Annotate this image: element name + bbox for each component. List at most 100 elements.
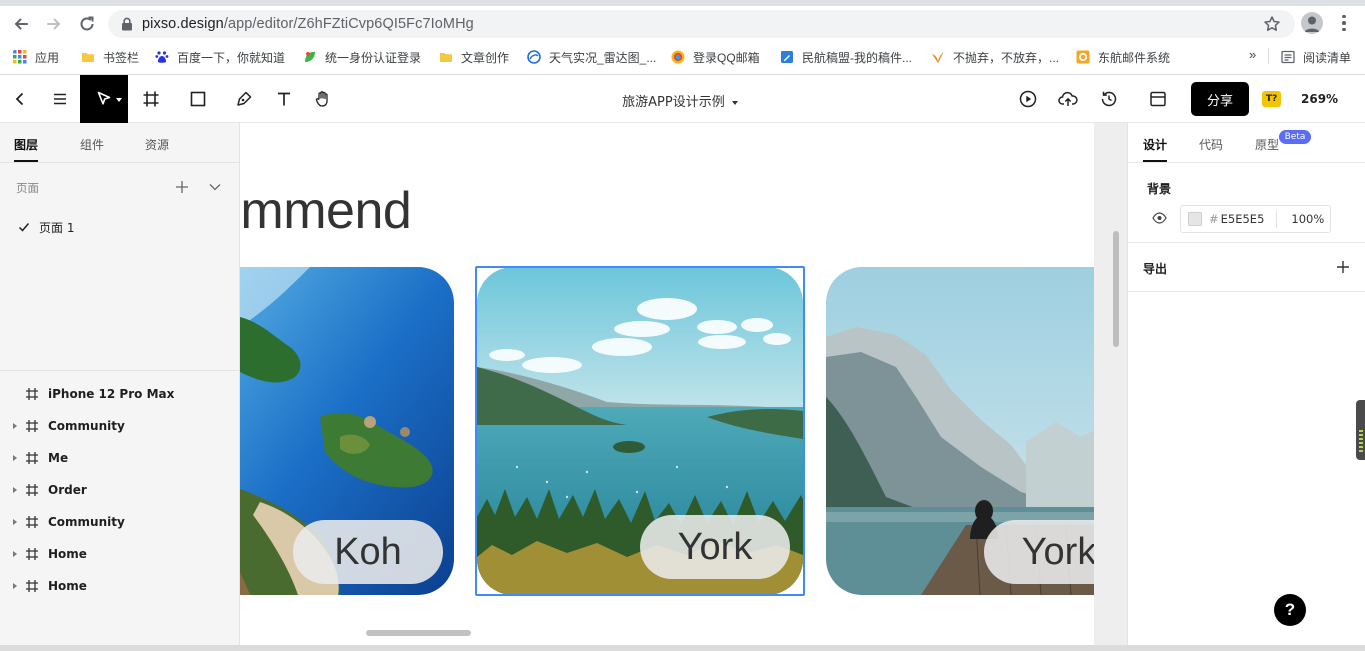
- bookmark-identity-login[interactable]: 统一身份认证登录: [303, 48, 421, 66]
- layer-item[interactable]: Home: [0, 574, 240, 598]
- bookmark-star-icon[interactable]: [1263, 15, 1281, 36]
- layout-panel-button[interactable]: [1146, 87, 1170, 111]
- field-divider: [1276, 210, 1278, 228]
- expand-arrow-icon[interactable]: [13, 487, 17, 493]
- expand-arrow-icon[interactable]: [13, 519, 17, 525]
- bookmark-label: 东航邮件系统: [1098, 50, 1171, 65]
- baidu-paw-icon: [155, 51, 169, 63]
- history-button[interactable]: [1097, 87, 1121, 111]
- bookmark-label: 天气实况_雷达图_...: [549, 50, 657, 65]
- tab-prototype[interactable]: 原型: [1255, 136, 1279, 153]
- frame-icon: [143, 91, 159, 107]
- page-item[interactable]: 页面 1: [18, 219, 74, 235]
- destination-card-selected[interactable]: York: [477, 267, 803, 595]
- bookmarks-more-button[interactable]: »: [1249, 47, 1256, 62]
- help-button[interactable]: ?: [1274, 594, 1306, 626]
- checkmark-icon: [18, 223, 30, 232]
- tab-assets[interactable]: 资源: [145, 136, 169, 153]
- pen-tool-button[interactable]: [232, 87, 256, 111]
- divider: [1128, 291, 1365, 292]
- chevron-down-icon[interactable]: [208, 180, 222, 194]
- hex-value[interactable]: # E5E5E5: [1209, 212, 1264, 226]
- reading-list-button[interactable]: 阅读清单: [1281, 48, 1351, 66]
- back-to-files-button[interactable]: [8, 87, 32, 111]
- address-bar[interactable]: pixso.design/app/editor/Z6hFZtiCvp6QI5Fc…: [108, 10, 1295, 38]
- expand-arrow-icon[interactable]: [13, 423, 17, 429]
- layer-item[interactable]: Me: [0, 446, 240, 470]
- layer-item[interactable]: Home: [0, 542, 240, 566]
- zoom-level[interactable]: 269%: [1301, 92, 1338, 106]
- bookmark-weather[interactable]: 天气实况_雷达图_...: [527, 48, 656, 66]
- layer-item[interactable]: iPhone 12 Pro Max: [0, 382, 240, 406]
- bookmarks-bar: 应用 书签栏 百度一下，你就知道 统一身份认证登录 文章创作 天气实况_雷达图_…: [0, 44, 1365, 70]
- properties-panel: 设计 代码 原型 Beta 背景 # E5E5E5 100% 导出: [1127, 123, 1365, 645]
- lock-icon: [120, 17, 134, 31]
- bookmark-label: 百度一下，你就知道: [177, 50, 286, 65]
- opacity-value[interactable]: 100%: [1291, 212, 1324, 226]
- history-clock-icon: [1101, 91, 1117, 107]
- expand-arrow-icon[interactable]: [13, 583, 17, 589]
- font-missing-badge[interactable]: T?: [1262, 91, 1281, 107]
- tab-design[interactable]: 设计: [1143, 136, 1167, 153]
- frame-icon: [26, 484, 38, 496]
- bookmark-never-give-up[interactable]: 不抛弃，不放弃，...: [931, 48, 1059, 66]
- destination-card[interactable]: Koh: [240, 267, 454, 595]
- destination-card[interactable]: York: [826, 267, 1094, 595]
- main-menu-button[interactable]: [48, 87, 72, 111]
- canvas-heading-text[interactable]: ommend: [240, 181, 412, 241]
- move-tool-button[interactable]: [80, 75, 128, 123]
- tab-code[interactable]: 代码: [1199, 136, 1223, 153]
- eye-icon[interactable]: [1152, 212, 1167, 224]
- color-swatch[interactable]: [1188, 212, 1202, 226]
- browser-menu-button[interactable]: [1338, 12, 1350, 34]
- bookmark-eastern-mail[interactable]: 东航邮件系统: [1076, 48, 1170, 66]
- weather-globe-icon: [527, 50, 541, 64]
- tab-layers[interactable]: 图层: [14, 136, 38, 153]
- present-button[interactable]: [1016, 87, 1040, 111]
- plus-icon[interactable]: [175, 180, 189, 194]
- bookmark-folder-articles[interactable]: 文章创作: [439, 48, 509, 66]
- move-tool-caret: [116, 98, 122, 102]
- back-button[interactable]: [9, 12, 33, 36]
- bookmark-folder-bar[interactable]: 书签栏: [81, 48, 139, 66]
- horizontal-scrollbar[interactable]: [366, 630, 471, 636]
- layer-item[interactable]: Community: [0, 510, 240, 534]
- layer-name: Order: [48, 483, 87, 497]
- bookmark-qq-mail[interactable]: 登录QQ邮箱: [671, 48, 760, 66]
- expand-arrow-icon[interactable]: [13, 551, 17, 557]
- bookmark-label: 文章创作: [461, 50, 510, 65]
- layer-item[interactable]: Order: [0, 478, 240, 502]
- cursor-arrow-icon: [97, 91, 111, 105]
- side-widget[interactable]: [1356, 400, 1365, 460]
- share-button[interactable]: 分享: [1191, 82, 1249, 116]
- hand-tool-button[interactable]: [311, 87, 335, 111]
- upload-button[interactable]: [1056, 87, 1080, 111]
- layer-item[interactable]: Community: [0, 414, 240, 438]
- divider: [0, 370, 240, 371]
- background-fill-field[interactable]: # E5E5E5 100%: [1180, 205, 1331, 233]
- pen-note-icon: [781, 51, 793, 63]
- reload-button[interactable]: [75, 12, 99, 36]
- profile-avatar[interactable]: [1301, 12, 1323, 34]
- frame-icon: [26, 580, 38, 592]
- text-tool-button[interactable]: [272, 87, 296, 111]
- bookmark-label: 书签栏: [103, 50, 140, 65]
- bookmark-apps[interactable]: 应用: [13, 48, 59, 66]
- bookmark-baidu[interactable]: 百度一下，你就知道: [155, 48, 285, 66]
- frame-tool-button[interactable]: [139, 87, 163, 111]
- bookmark-label: 登录QQ邮箱: [693, 50, 760, 65]
- folder-icon: [440, 53, 452, 62]
- expand-arrow-icon[interactable]: [13, 455, 17, 461]
- bookmark-civil-aviation[interactable]: 民航稿盟-我的稿件...: [780, 48, 912, 66]
- document-title[interactable]: 旅游APP设计示例: [590, 91, 770, 110]
- plus-icon[interactable]: [1336, 260, 1350, 274]
- tab-components[interactable]: 组件: [80, 136, 104, 153]
- shape-tool-button[interactable]: [186, 87, 210, 111]
- hex-value-text: E5E5E5: [1220, 212, 1265, 226]
- vertical-scrollbar[interactable]: [1113, 231, 1119, 347]
- forward-button[interactable]: [42, 12, 66, 36]
- card-title: York: [1021, 530, 1094, 573]
- tab-strip: [0, 0, 1365, 6]
- url-path: /app/editor/Z6hFZtiCvp6QI5Fc7IoMHg: [223, 16, 474, 32]
- design-canvas[interactable]: ommend Koh: [240, 123, 1094, 645]
